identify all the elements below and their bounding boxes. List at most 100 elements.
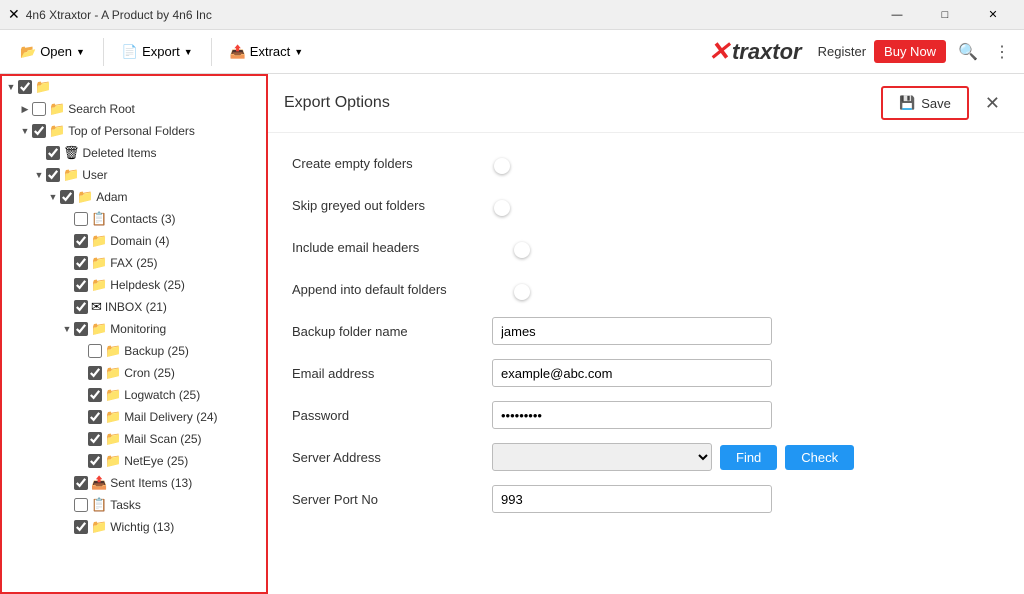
- cb-root-top[interactable]: [18, 80, 32, 94]
- folder-icon-root-top: 📁: [35, 79, 51, 95]
- cb-fax[interactable]: [74, 256, 88, 270]
- tree-helpdesk[interactable]: 📁 Helpdesk (25): [2, 274, 266, 296]
- tree-contacts[interactable]: 📋 Contacts (3): [2, 208, 266, 230]
- tree-sentitems[interactable]: 📤 Sent Items (13): [2, 472, 266, 494]
- cb-search-root[interactable]: [32, 102, 46, 116]
- row-server-address: Server Address Find Check: [292, 443, 1000, 471]
- cb-logwatch[interactable]: [88, 388, 102, 402]
- label-backup-folder-name: Backup folder name: [292, 324, 492, 339]
- label-include-email-headers: Include email headers: [292, 240, 492, 255]
- label-wichtig: Wichtig (13): [110, 520, 174, 534]
- label-mailscan: Mail Scan (25): [124, 432, 201, 446]
- tree-adam[interactable]: ▼ 📁 Adam: [2, 186, 266, 208]
- folder-icon-adam: 📁: [77, 189, 93, 205]
- folder-icon-helpdesk: 📁: [91, 277, 107, 293]
- cb-neteye[interactable]: [88, 454, 102, 468]
- folder-icon-domain: 📁: [91, 233, 107, 249]
- cb-adam[interactable]: [60, 190, 74, 204]
- more-options-button[interactable]: ⋮: [990, 38, 1014, 66]
- tree-monitoring[interactable]: ▼ 📁 Monitoring: [2, 318, 266, 340]
- cb-helpdesk[interactable]: [74, 278, 88, 292]
- cb-inbox[interactable]: [74, 300, 88, 314]
- export-body: Create empty folders Skip greyed out fol…: [268, 133, 1024, 529]
- title-bar-text: 4n6 Xtraxtor - A Product by 4n6 Inc: [26, 8, 874, 22]
- tree-root-top[interactable]: ▼ 📁: [2, 76, 266, 98]
- minimize-button[interactable]: —: [874, 0, 920, 30]
- tree-mailscan[interactable]: 📁 Mail Scan (25): [2, 428, 266, 450]
- cb-tasks[interactable]: [74, 498, 88, 512]
- row-backup-folder-name: Backup folder name: [292, 317, 1000, 345]
- tree-maildelivery[interactable]: 📁 Mail Delivery (24): [2, 406, 266, 428]
- cb-wichtig[interactable]: [74, 520, 88, 534]
- window-close-button[interactable]: ✕: [970, 0, 1016, 30]
- buy-now-link[interactable]: Buy Now: [874, 40, 946, 63]
- toggle-monitoring[interactable]: ▼: [60, 322, 74, 336]
- tree-backup[interactable]: 📁 Backup (25): [2, 340, 266, 362]
- control-backup-folder-name: [492, 317, 1000, 345]
- tree-personal-folders[interactable]: ▼ 📁 Top of Personal Folders: [2, 120, 266, 142]
- tree-wichtig[interactable]: 📁 Wichtig (13): [2, 516, 266, 538]
- control-skip-greyed-folders: [492, 198, 1000, 213]
- register-link[interactable]: Register: [818, 44, 866, 59]
- tree-inbox[interactable]: ✉ INBOX (21): [2, 296, 266, 318]
- cb-cron[interactable]: [88, 366, 102, 380]
- label-server-port: Server Port No: [292, 492, 492, 507]
- open-button[interactable]: 📂 Open ▼: [10, 38, 95, 66]
- input-backup-folder-name[interactable]: [492, 317, 772, 345]
- export-header: Export Options 💾 Save ✕: [268, 74, 1024, 133]
- tree-search-root[interactable]: ▶ 📁 Search Root: [2, 98, 266, 120]
- toggle-root-top[interactable]: ▼: [4, 80, 18, 94]
- cb-domain[interactable]: [74, 234, 88, 248]
- close-export-button[interactable]: ✕: [977, 89, 1008, 118]
- control-append-default-folders: [492, 282, 1000, 297]
- cb-mailscan[interactable]: [88, 432, 102, 446]
- input-server-port[interactable]: [492, 485, 772, 513]
- export-panel: Export Options 💾 Save ✕ Create empty fol…: [268, 74, 1024, 594]
- cb-sentitems[interactable]: [74, 476, 88, 490]
- find-button[interactable]: Find: [720, 445, 777, 470]
- cb-monitoring[interactable]: [74, 322, 88, 336]
- folder-icon-personal: 📁: [49, 123, 65, 139]
- cb-user[interactable]: [46, 168, 60, 182]
- export-icon: 📄: [122, 44, 138, 60]
- folder-icon-logwatch: 📁: [105, 387, 121, 403]
- tree-domain[interactable]: 📁 Domain (4): [2, 230, 266, 252]
- tree-logwatch[interactable]: 📁 Logwatch (25): [2, 384, 266, 406]
- control-create-empty-folders: [492, 156, 1000, 171]
- maximize-button[interactable]: □: [922, 0, 968, 30]
- cb-maildelivery[interactable]: [88, 410, 102, 424]
- logo-x: ✕: [708, 36, 730, 67]
- tree-tasks[interactable]: 📋 Tasks: [2, 494, 266, 516]
- cb-contacts[interactable]: [74, 212, 88, 226]
- save-button[interactable]: 💾 Save: [881, 86, 969, 120]
- toggle-adam[interactable]: ▼: [46, 190, 60, 204]
- row-skip-greyed-folders: Skip greyed out folders: [292, 191, 1000, 219]
- export-button[interactable]: 📄 Export ▼: [112, 38, 203, 66]
- cb-backup[interactable]: [88, 344, 102, 358]
- toggle-search-root[interactable]: ▶: [18, 102, 32, 116]
- inbox-icon: ✉: [91, 299, 102, 315]
- control-email-address: [492, 359, 1000, 387]
- toggle-user[interactable]: ▼: [32, 168, 46, 182]
- cb-personal-folders[interactable]: [32, 124, 46, 138]
- folder-icon-wichtig: 📁: [91, 519, 107, 535]
- label-skip-greyed-folders: Skip greyed out folders: [292, 198, 492, 213]
- toggle-personal-folders[interactable]: ▼: [18, 124, 32, 138]
- label-adam: Adam: [96, 190, 127, 204]
- input-email-address[interactable]: [492, 359, 772, 387]
- tree-deleted-items[interactable]: 🗑 Deleted Items: [2, 142, 266, 164]
- input-password[interactable]: [492, 401, 772, 429]
- cb-deleted[interactable]: [46, 146, 60, 160]
- select-server-address[interactable]: [492, 443, 712, 471]
- tree-user[interactable]: ▼ 📁 User: [2, 164, 266, 186]
- label-fax: FAX (25): [110, 256, 157, 270]
- search-icon-button[interactable]: 🔍: [954, 38, 982, 66]
- extract-button[interactable]: 📤 Extract ▼: [220, 38, 314, 66]
- tree-neteye[interactable]: 📁 NetEye (25): [2, 450, 266, 472]
- tree-fax[interactable]: 📁 FAX (25): [2, 252, 266, 274]
- contacts-icon: 📋: [91, 211, 107, 227]
- tree-cron[interactable]: 📁 Cron (25): [2, 362, 266, 384]
- check-button[interactable]: Check: [785, 445, 854, 470]
- label-helpdesk: Helpdesk (25): [110, 278, 185, 292]
- save-icon: 💾: [899, 95, 915, 111]
